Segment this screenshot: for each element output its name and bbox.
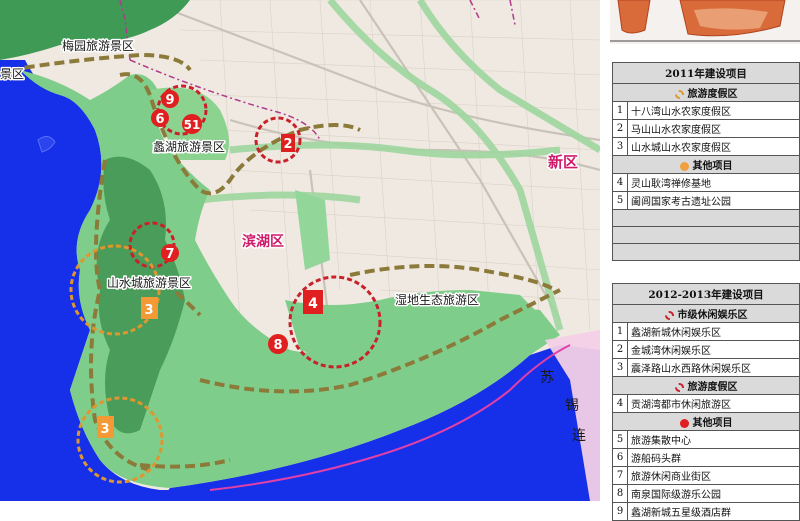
legend-spacer <box>612 209 800 227</box>
legend-row: 5 旅游集散中心 <box>612 430 800 449</box>
legend-2012-cat-resort: 旅游度假区 <box>612 376 800 395</box>
label-shidi: 湿地生态旅游区 <box>395 292 479 307</box>
legend-row: 2 马山山水农家度假区 <box>612 119 800 138</box>
dashed-red-circle-icon <box>664 311 674 320</box>
legend-2012-cat-leisure: 市级休闲娱乐区 <box>612 304 800 323</box>
svg-text:3: 3 <box>100 422 109 437</box>
marker-3-lower[interactable]: 3 <box>97 416 114 438</box>
legend-row: 3 山水城山水农家度假区 <box>612 137 800 156</box>
svg-text:2: 2 <box>283 137 292 152</box>
legend-row: 4 灵山耿湾禅修基地 <box>612 173 800 192</box>
marker-6[interactable]: 6 <box>151 109 169 127</box>
label-binhu: 滨湖区 <box>242 233 284 250</box>
dashed-red-circle-icon <box>674 383 684 392</box>
legend-table-2012: 2012-2013年建设项目 市级休闲娱乐区 1 蠡湖新城休闲娱乐区 2 金城湾休闲… <box>612 283 800 521</box>
svg-text:8: 8 <box>273 338 282 353</box>
legend-2012-title: 2012-2013年建设项目 <box>612 283 800 305</box>
svg-text:6: 6 <box>155 112 164 127</box>
legend-2011-cat-resort: 旅游度假区 <box>612 83 800 102</box>
red-dot-icon <box>679 419 689 428</box>
svg-text:4: 4 <box>308 296 318 312</box>
marker-9[interactable]: 9 <box>161 90 179 108</box>
dashed-orange-circle-icon <box>674 90 684 99</box>
marker-51[interactable]: 51 <box>182 114 202 134</box>
legend-row: 3 震泽路山水西路休闲娱乐区 <box>612 358 800 377</box>
legend-row: 9 蠡湖新城五星级酒店群 <box>612 502 800 521</box>
legend-row: 8 南泉国际级游乐公园 <box>612 484 800 503</box>
label-xi: 锡 <box>565 398 579 414</box>
legend-row: 5 阖闾国家考古遗址公园 <box>612 191 800 210</box>
legend-row: 4 贡湖湾都市休闲旅游区 <box>612 394 800 413</box>
label-shanshuicheng: 山水城旅游景区 <box>107 276 191 290</box>
label-lihu: 蠡湖旅游景区 <box>153 139 225 154</box>
label-meiyuan: 梅园旅游景区 <box>62 38 134 53</box>
legend-spacer <box>612 226 800 244</box>
label-lian: 连 <box>572 428 586 444</box>
marker-2[interactable]: 2 <box>281 134 295 152</box>
legend-table-2011: 2011年建设项目 旅游度假区 1 十八湾山水农家度假区 2 马山山水农家度假区 3… <box>612 62 800 261</box>
orange-dot-icon <box>679 162 689 171</box>
svg-text:7: 7 <box>165 247 174 262</box>
legend-2011-cat-other: 其他项目 <box>612 155 800 174</box>
svg-text:51: 51 <box>184 118 201 132</box>
svg-text:3: 3 <box>144 303 153 318</box>
marker-7[interactable]: 7 <box>161 244 179 262</box>
label-su: 苏 <box>540 370 554 386</box>
legend-row: 1 十八湾山水农家度假区 <box>612 101 800 120</box>
legend-row: 1 蠡湖新城休闲娱乐区 <box>612 322 800 341</box>
legend-2012-cat-other: 其他项目 <box>612 412 800 431</box>
marker-4[interactable]: 4 <box>303 290 323 314</box>
legend-row: 2 金城湾休闲娱乐区 <box>612 340 800 359</box>
marker-8[interactable]: 8 <box>268 334 288 354</box>
marker-3-upper[interactable]: 3 <box>141 297 158 319</box>
svg-text:9: 9 <box>165 93 174 108</box>
label-xinqu: 新区 <box>548 153 578 171</box>
label-edge-jingqu: 景区 <box>0 67 24 81</box>
legend-row: 7 旅游休闲商业街区 <box>612 466 800 485</box>
inset-map <box>610 0 800 44</box>
legend-row: 6 游船码头群 <box>612 448 800 467</box>
legend-2011-title: 2011年建设项目 <box>612 62 800 84</box>
legend-spacer <box>612 243 800 261</box>
tourism-plan-map: 9 6 51 2 7 4 8 3 3 梅园旅游景区 景区 蠡湖旅游景区 山水城旅… <box>0 0 600 501</box>
